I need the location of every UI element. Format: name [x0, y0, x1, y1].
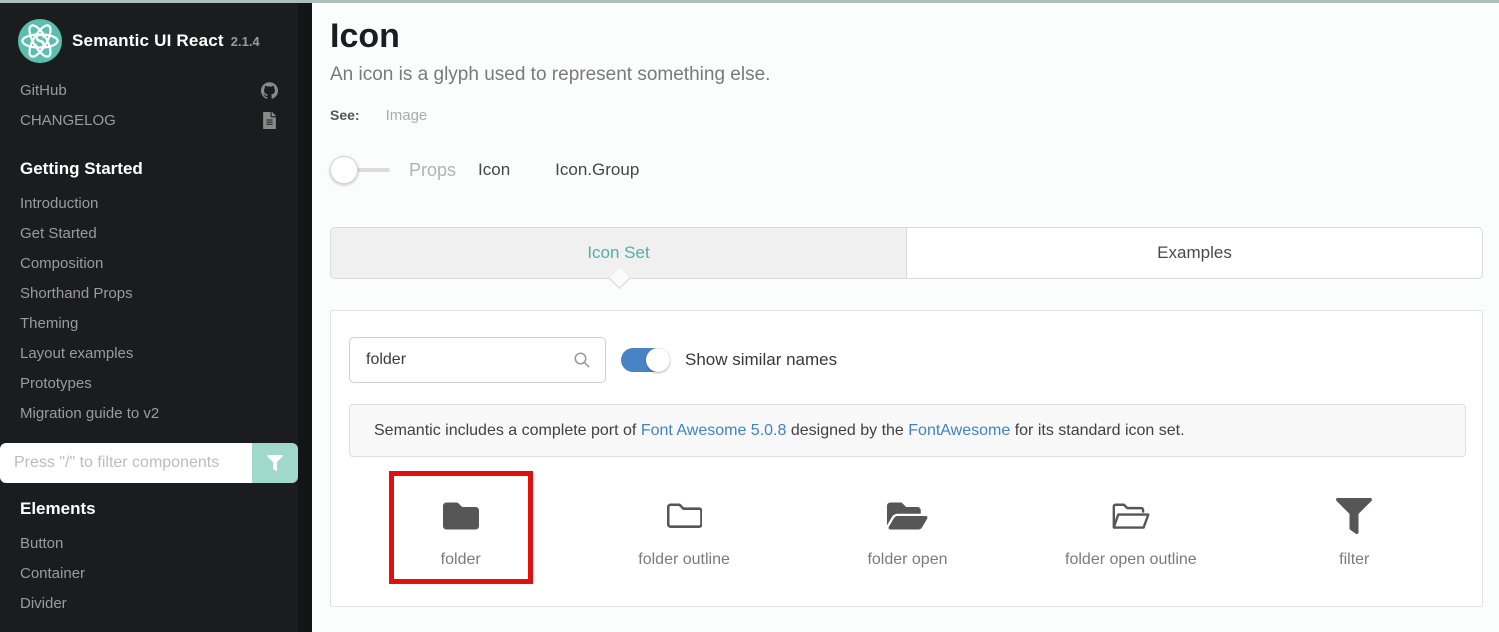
brand-name: Semantic UI React	[72, 31, 224, 51]
icon-results: folder folder outline folder open	[349, 471, 1466, 593]
component-filter	[0, 443, 298, 483]
icon-search-input[interactable]	[350, 351, 573, 369]
github-icon	[261, 82, 278, 99]
props-item-icon[interactable]: Icon	[478, 160, 510, 180]
sidebar-item[interactable]: Introduction	[0, 189, 298, 219]
sidebar-item[interactable]: Composition	[0, 249, 298, 279]
github-link-label: GitHub	[20, 82, 67, 99]
file-icon	[261, 112, 278, 129]
props-item-icon-group[interactable]: Icon.Group	[555, 160, 639, 180]
sidebar-item[interactable]: Divider	[0, 589, 298, 619]
sidebar-item[interactable]: Container	[0, 559, 298, 589]
main-content: Icon An icon is a glyph used to represen…	[312, 3, 1499, 632]
sidebar-section-getting-started: Getting Started	[0, 135, 298, 189]
page-subtitle: An icon is a glyph used to represent som…	[330, 64, 770, 86]
brand-version: 2.1.4	[231, 34, 260, 49]
icon-result-folder-open-outline[interactable]: folder open outline	[1019, 471, 1242, 593]
search-icon	[573, 351, 591, 369]
icon-result-label: folder outline	[638, 551, 730, 569]
show-similar-toggle-knob	[646, 348, 670, 372]
svg-text:S: S	[35, 32, 46, 53]
page: S Semantic UI React 2.1.4 GitHub CHANGEL…	[0, 0, 1499, 632]
sidebar: S Semantic UI React 2.1.4 GitHub CHANGEL…	[0, 3, 298, 632]
funnel-icon	[267, 455, 283, 471]
props-toggle[interactable]	[330, 156, 392, 184]
folder-open-outline-icon	[1111, 496, 1152, 534]
sidebar-item[interactable]: Get Started	[0, 219, 298, 249]
icon-result-label: filter	[1339, 551, 1369, 569]
sidebar-link-changelog[interactable]: CHANGELOG	[0, 105, 298, 135]
font-awesome-version-link[interactable]: Font Awesome 5.0.8	[641, 422, 787, 439]
tab-examples[interactable]: Examples	[907, 228, 1482, 278]
changelog-link-label: CHANGELOG	[20, 112, 116, 129]
folder-open-icon	[887, 496, 928, 534]
brand-header[interactable]: S Semantic UI React 2.1.4	[0, 3, 298, 75]
tab-icon-set[interactable]: Icon Set	[331, 228, 907, 278]
icon-result-folder[interactable]: folder	[349, 471, 572, 593]
see-also-row: See: Image	[330, 107, 427, 124]
see-label: See:	[330, 107, 360, 123]
icon-search	[349, 337, 606, 383]
sidebar-item[interactable]: Layout examples	[0, 339, 298, 369]
sidebar-item[interactable]: Shorthand Props	[0, 279, 298, 309]
sidebar-item[interactable]: Button	[0, 529, 298, 559]
elements-list: ButtonContainerDivider	[0, 529, 298, 619]
icon-result-filter[interactable]: filter	[1243, 471, 1466, 593]
sidebar-link-github[interactable]: GitHub	[0, 75, 298, 105]
font-awesome-message: Semantic includes a complete port of Fon…	[349, 404, 1466, 457]
props-menu: Props Icon Icon.Group	[330, 155, 639, 185]
filter-icon	[1336, 496, 1372, 534]
show-similar-label: Show similar names	[685, 350, 837, 370]
folder-outline-icon	[666, 496, 702, 534]
props-toggle-knob	[330, 156, 358, 184]
icon-set-panel: Show similar names Semantic includes a c…	[330, 310, 1483, 607]
icon-result-folder-open[interactable]: folder open	[796, 471, 1019, 593]
component-filter-input[interactable]	[0, 443, 252, 483]
sidebar-scrollbar[interactable]	[298, 3, 312, 632]
sidebar-item[interactable]: Theming	[0, 309, 298, 339]
icon-result-label: folder open outline	[1065, 551, 1197, 569]
icon-result-label: folder open	[867, 551, 947, 569]
page-title: Icon	[330, 17, 400, 56]
component-filter-button[interactable]	[252, 443, 298, 483]
props-toggle-label[interactable]: Props	[409, 160, 456, 181]
folder-icon	[443, 496, 479, 534]
icon-result-label: folder	[441, 551, 481, 569]
font-awesome-link[interactable]: FontAwesome	[908, 422, 1010, 439]
icon-result-folder-outline[interactable]: folder outline	[572, 471, 795, 593]
sidebar-item[interactable]: Migration guide to v2	[0, 399, 298, 429]
see-link-image[interactable]: Image	[386, 107, 428, 124]
tab-menu: Icon Set Examples	[330, 227, 1483, 279]
show-similar-toggle[interactable]	[621, 348, 670, 372]
message-text: Semantic includes a complete port of Fon…	[374, 422, 1185, 440]
sidebar-item[interactable]: Prototypes	[0, 369, 298, 399]
getting-started-list: IntroductionGet StartedCompositionShorth…	[0, 189, 298, 429]
sidebar-section-elements: Elements	[0, 483, 298, 529]
semantic-ui-logo-icon: S	[18, 19, 62, 63]
